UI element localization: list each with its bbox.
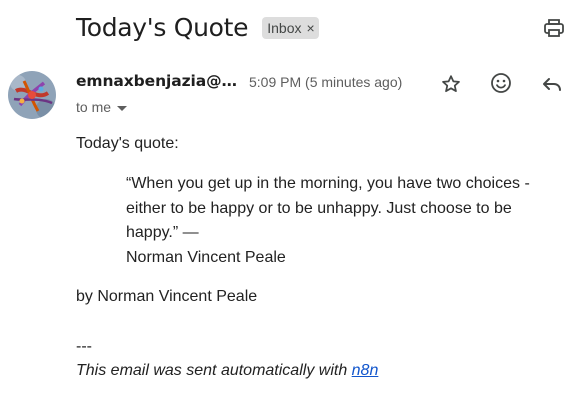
intro-text: Today's quote: (76, 135, 179, 152)
emoji-reaction-button[interactable] (487, 69, 515, 97)
recipient-label: to me (76, 99, 112, 115)
print-icon (544, 19, 564, 37)
label-text: Inbox (267, 20, 302, 36)
sender-avatar[interactable] (8, 71, 56, 119)
print-button[interactable] (542, 16, 565, 40)
reply-button[interactable] (538, 70, 565, 98)
sender-name[interactable]: emnaxbenjazia@… (76, 72, 237, 90)
recipient-dropdown[interactable]: to me (76, 99, 128, 115)
reply-icon (543, 78, 561, 91)
email-view: Today's Quote Inbox × emnaxbenjazia@… 5:… (0, 0, 565, 404)
footer-note: This email was sent automatically with n… (76, 359, 378, 383)
subject-row: Today's Quote Inbox × (76, 10, 319, 46)
n8n-link[interactable]: n8n (352, 362, 379, 379)
signature-separator: --- (76, 338, 92, 355)
footer-text: This email was sent automatically with (76, 362, 352, 379)
byline: by Norman Vincent Peale (76, 288, 258, 305)
quote-line: either to be happy or to be unhappy. Jus… (126, 199, 512, 217)
inbox-label-chip[interactable]: Inbox × (262, 17, 319, 39)
quote-block: “When you get up in the morning, you hav… (126, 172, 556, 270)
quote-line: “When you get up in the morning, you hav… (126, 175, 530, 192)
star-icon (442, 75, 460, 93)
star-button[interactable] (437, 70, 465, 98)
emoji-icon (491, 73, 511, 93)
caret-down-icon (117, 105, 128, 111)
quote-line: happy.” — (126, 224, 199, 241)
remove-label-icon[interactable]: × (307, 17, 315, 39)
email-subject: Today's Quote (76, 13, 249, 42)
email-timestamp: 5:09 PM (5 minutes ago) (249, 74, 403, 90)
quote-author: Norman Vincent Peale (126, 248, 286, 266)
